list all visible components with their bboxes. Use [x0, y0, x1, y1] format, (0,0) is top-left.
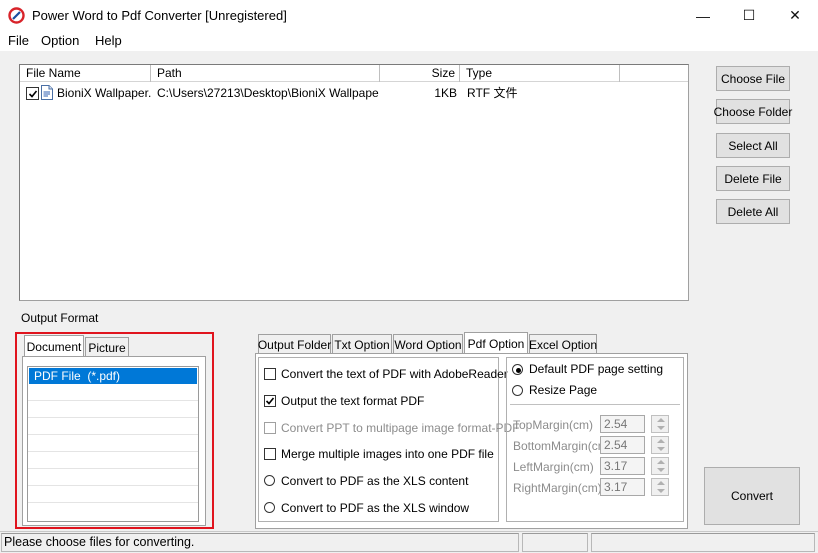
row-type: RTF 文件 [467, 86, 518, 100]
checkmark-icon [265, 397, 275, 405]
close-button[interactable]: ✕ [772, 0, 818, 31]
tab-pdf-option[interactable]: Pdf Option [464, 332, 528, 354]
menu-bar [0, 31, 818, 51]
maximize-icon: ☐ [742, 7, 756, 23]
ppt-multipage-label: Convert PPT to multipage image format-PD… [281, 421, 520, 435]
group-divider [510, 404, 680, 405]
menu-help[interactable]: Help [95, 33, 122, 48]
spin-up-icon [657, 439, 665, 443]
adobe-reader-checkbox[interactable] [264, 368, 276, 380]
resize-page-label: Resize Page [529, 383, 598, 397]
xls-window-label: Convert to PDF as the XLS window [281, 501, 470, 515]
adobe-reader-label: Convert the text of PDF with AdobeReader [281, 367, 508, 381]
xls-content-radio[interactable] [264, 475, 275, 486]
choose-file-button[interactable]: Choose File [716, 66, 790, 91]
xls-content-label: Convert to PDF as the XLS content [281, 474, 469, 488]
row-size: 1KB [434, 86, 457, 100]
spin-up-icon [657, 481, 665, 485]
output-format-label: Output Format [21, 311, 99, 325]
file-list[interactable]: File Name Path Size Type BioniX Wallpape… [19, 64, 689, 301]
xls-window-radio[interactable] [264, 502, 275, 513]
radio-dot [516, 368, 521, 373]
close-icon: ✕ [789, 7, 801, 23]
select-all-button[interactable]: Select All [716, 133, 790, 158]
resize-page-radio[interactable] [512, 385, 523, 396]
spin-down-icon [657, 426, 665, 430]
bottom-margin-label: BottomMargin(cm) [513, 439, 612, 453]
column-size[interactable]: Size [380, 65, 460, 82]
merge-images-checkbox[interactable] [264, 448, 276, 460]
status-message: Please choose files for converting. [4, 535, 195, 549]
left-margin-input[interactable]: 3.17 [600, 457, 645, 475]
spin-down-icon [657, 447, 665, 451]
text-format-checkbox[interactable] [264, 395, 276, 407]
default-page-radio[interactable] [512, 364, 523, 375]
left-margin-label: LeftMargin(cm) [513, 460, 594, 474]
tab-word-option[interactable]: Word Option [393, 334, 463, 354]
top-margin-input[interactable]: 2.54 [600, 415, 645, 433]
default-page-label: Default PDF page setting [529, 362, 664, 376]
minimize-icon: — [696, 7, 710, 24]
document-file-icon [41, 85, 53, 100]
top-margin-label: TopMargin(cm) [513, 418, 594, 432]
left-margin-spinner[interactable] [651, 457, 669, 475]
top-margin-spinner[interactable] [651, 415, 669, 433]
column-type[interactable]: Type [460, 65, 620, 82]
bottom-margin-input[interactable]: 2.54 [600, 436, 645, 454]
text-format-label: Output the text format PDF [281, 394, 425, 408]
highlight-box [15, 332, 214, 529]
window-title: Power Word to Pdf Converter [Unregistere… [32, 8, 287, 23]
tab-output-folder[interactable]: Output Folder [258, 334, 331, 354]
checkmark-icon [28, 90, 38, 98]
delete-file-button[interactable]: Delete File [716, 166, 790, 191]
tab-txt-option[interactable]: Txt Option [332, 334, 392, 354]
column-path[interactable]: Path [151, 65, 380, 82]
row-file-name[interactable]: BioniX Wallpaper... [57, 85, 151, 101]
choose-folder-button[interactable]: Choose Folder [714, 99, 792, 124]
bottom-margin-spinner[interactable] [651, 436, 669, 454]
app-logo-icon [8, 7, 25, 24]
spin-up-icon [657, 418, 665, 422]
maximize-button[interactable]: ☐ [726, 0, 772, 31]
menu-option[interactable]: Option [41, 33, 79, 48]
menu-file[interactable]: File [8, 33, 29, 48]
row-path: C:\Users\27213\Desktop\BioniX Wallpaper.… [157, 86, 379, 100]
convert-button[interactable]: Convert [704, 467, 800, 525]
column-file-name[interactable]: File Name [20, 65, 151, 82]
file-list-header: File Name Path Size Type [20, 65, 688, 82]
minimize-button[interactable]: — [680, 0, 726, 31]
right-margin-label: RightMargin(cm) [513, 481, 602, 495]
row-checkbox[interactable] [26, 87, 39, 100]
spin-up-icon [657, 460, 665, 464]
right-margin-input[interactable]: 3.17 [600, 478, 645, 496]
merge-images-label: Merge multiple images into one PDF file [281, 447, 494, 461]
status-cell [522, 533, 588, 552]
status-cell [591, 533, 815, 552]
ppt-multipage-checkbox [264, 422, 276, 434]
right-margin-spinner[interactable] [651, 478, 669, 496]
spin-down-icon [657, 468, 665, 472]
spin-down-icon [657, 489, 665, 493]
pdf-options-group [258, 357, 499, 522]
tab-excel-option[interactable]: Excel Option [529, 334, 597, 354]
delete-all-button[interactable]: Delete All [716, 199, 790, 224]
